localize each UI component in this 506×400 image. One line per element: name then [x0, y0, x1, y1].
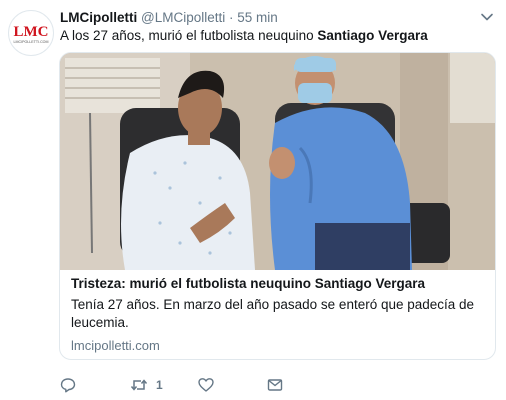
card-image[interactable] [60, 53, 495, 270]
logo-text: LMC [14, 24, 49, 40]
like-button[interactable] [198, 375, 214, 395]
card-domain: lmcipolletti.com [71, 338, 160, 353]
avatar[interactable]: LMC LMCIPOLLETTI.COM [8, 10, 54, 56]
tweet-text-main: A los 27 años, murió el futbolista neuqu… [60, 28, 318, 43]
envelope-icon [267, 379, 283, 391]
hospital-photo [60, 53, 495, 270]
display-name[interactable]: LMCipolletti [60, 10, 137, 25]
card-description: Tenía 27 años. En marzo del año pasado s… [71, 297, 475, 330]
tweet-actions: 1 [60, 375, 480, 395]
tweet-text: A los 27 años, murió el futbolista neuqu… [60, 27, 492, 45]
tweet-text-bold: Santiago Vergara [317, 28, 428, 43]
retweet-icon [130, 379, 148, 391]
card-title[interactable]: Tristeza: murió el futbolista neuquino S… [71, 275, 485, 293]
tweet-header: LMCipolletti @LMCipolletti · 55 min [60, 8, 492, 28]
separator-dot: · [229, 10, 234, 25]
heart-icon [198, 378, 214, 392]
logo-subtext: LMCIPOLLETTI.COM [14, 40, 49, 44]
direct-message-button[interactable] [267, 375, 283, 395]
reply-icon [60, 378, 76, 393]
chevron-down-icon[interactable] [480, 10, 494, 24]
reply-button[interactable] [60, 375, 76, 395]
timestamp[interactable]: 55 min [237, 10, 278, 25]
user-handle[interactable]: @LMCipolletti [141, 10, 225, 25]
retweet-button[interactable]: 1 [130, 375, 163, 395]
lmc-logo: LMC LMCIPOLLETTI.COM [14, 24, 49, 44]
retweet-count: 1 [156, 378, 163, 392]
link-card[interactable]: Tristeza: murió el futbolista neuquino S… [59, 52, 496, 360]
card-body: Tristeza: murió el futbolista neuquino S… [71, 275, 485, 355]
